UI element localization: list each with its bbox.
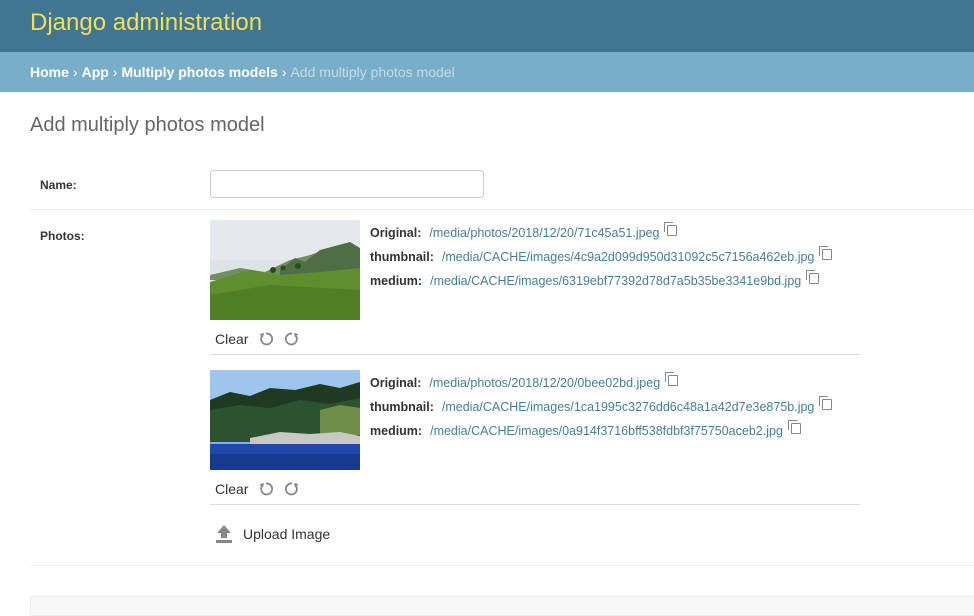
breadcrumb: Home › App › Multiply photos models › Add mult… — [0, 52, 974, 92]
medium-info: medium: /media/CACHE/images/0a914f3716bff… — [370, 420, 801, 439]
rotate-right-icon[interactable] — [284, 331, 300, 347]
medium-label: medium: — [370, 274, 423, 288]
breadcrumb-home[interactable]: Home — [30, 64, 69, 80]
photo-divider — [210, 504, 860, 505]
medium-label: medium: — [370, 424, 423, 438]
photo-divider — [210, 354, 860, 355]
clear-button[interactable]: Clear — [215, 481, 248, 497]
medium-info: medium: /media/CACHE/images/6319ebf77392d… — [370, 270, 820, 289]
submit-row — [30, 596, 974, 616]
breadcrumb-app[interactable]: App — [82, 64, 109, 80]
copy-icon[interactable] — [665, 372, 679, 386]
upload-image-button[interactable]: Upload Image — [215, 524, 330, 544]
name-field[interactable] — [210, 170, 484, 198]
breadcrumb-separator: › — [281, 64, 287, 80]
thumbnail-link[interactable]: /media/CACHE/images/4c9a2d099d950d31092c… — [442, 250, 815, 264]
page-title: Add multiply photos model — [30, 114, 265, 136]
photos-label: Photos: — [40, 229, 85, 243]
thumbnail-link[interactable]: /media/CACHE/images/1ca1995c3276dd6c48a1… — [442, 400, 815, 414]
thumbnail-label: thumbnail: — [370, 250, 434, 264]
photo-actions: Clear — [215, 481, 310, 497]
original-label: Original: — [370, 376, 422, 390]
clear-button[interactable]: Clear — [215, 331, 248, 347]
thumbnail-label: thumbnail: — [370, 400, 434, 414]
photo-actions: Clear — [215, 331, 310, 347]
breadcrumb-model[interactable]: Multiply photos models — [121, 64, 277, 80]
original-label: Original: — [370, 226, 422, 240]
row-divider — [30, 565, 974, 566]
rotate-left-icon[interactable] — [258, 481, 274, 497]
original-info: Original: /media/photos/2018/12/20/0bee02… — [370, 372, 679, 391]
original-link[interactable]: /media/photos/2018/12/20/0bee02bd.jpeg — [429, 376, 660, 390]
thumbnail-info: thumbnail: /media/CACHE/images/1ca1995c32… — [370, 396, 833, 415]
copy-icon[interactable] — [664, 222, 678, 236]
medium-link[interactable]: /media/CACHE/images/0a914f3716bff538fdbf… — [430, 424, 783, 438]
copy-icon[interactable] — [787, 420, 801, 434]
upload-icon — [216, 525, 232, 543]
copy-icon[interactable] — [819, 396, 833, 410]
breadcrumb-separator: › — [112, 64, 118, 80]
breadcrumb-separator: › — [72, 64, 78, 80]
copy-icon[interactable] — [819, 246, 833, 260]
rotate-right-icon[interactable] — [284, 481, 300, 497]
photo-item: Original: /media/photos/2018/12/20/71c45a… — [210, 220, 860, 355]
photo-item: Original: /media/photos/2018/12/20/0bee02… — [210, 370, 860, 505]
photo-thumbnail[interactable] — [210, 220, 360, 320]
photo-thumbnail[interactable] — [210, 370, 360, 470]
rotate-left-icon[interactable] — [258, 331, 274, 347]
thumbnail-info: thumbnail: /media/CACHE/images/4c9a2d099d… — [370, 246, 833, 265]
copy-icon[interactable] — [806, 270, 820, 284]
medium-link[interactable]: /media/CACHE/images/6319ebf77392d78d7a5b… — [430, 274, 801, 288]
original-link[interactable]: /media/photos/2018/12/20/71c45a51.jpeg — [429, 226, 659, 240]
upload-label: Upload Image — [243, 526, 331, 542]
row-divider — [30, 209, 974, 210]
header-bar: Django administration — [0, 0, 974, 52]
breadcrumb-current: Add multiply photos model — [290, 64, 455, 80]
name-label: Name: — [40, 178, 77, 192]
site-branding[interactable]: Django administration — [30, 9, 262, 37]
original-info: Original: /media/photos/2018/12/20/71c45a… — [370, 222, 678, 241]
